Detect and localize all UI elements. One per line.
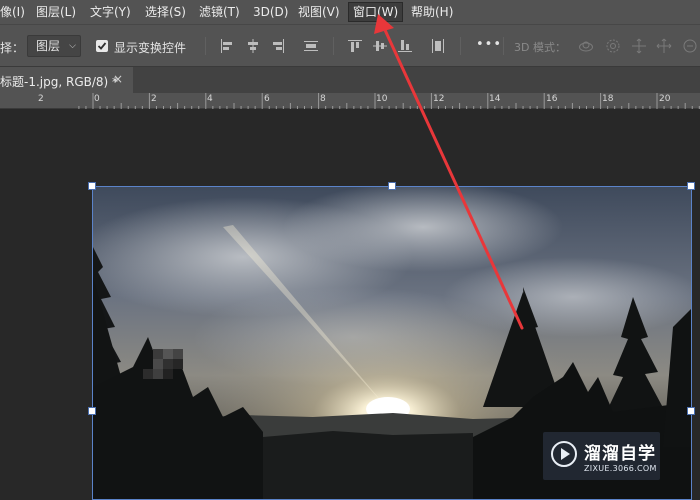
ruler-label: 20 (659, 94, 671, 104)
menu-layer[interactable]: 图层(L) (36, 2, 76, 22)
show-transform-label: 显示变换控件 (114, 41, 187, 55)
align-right-icon[interactable] (270, 38, 286, 54)
menu-view[interactable]: 视图(V) (298, 2, 340, 22)
transform-handle-middle-right[interactable] (687, 407, 695, 415)
3d-mode-label: 3D 模式： (514, 41, 566, 54)
align-center-icon[interactable] (245, 38, 261, 54)
ruler-label: 14 (489, 94, 501, 104)
3d-roll-icon[interactable] (605, 38, 621, 54)
ruler-label: 2 (38, 94, 44, 104)
document-tab[interactable]: 标题-1.jpg, RGB/8) * × (0, 67, 133, 94)
distribute-horizontal-icon[interactable] (303, 38, 319, 54)
divider (333, 37, 334, 55)
layer-dropdown-value: 图层 (36, 39, 61, 53)
close-icon[interactable]: × (113, 72, 123, 86)
play-logo-icon (551, 441, 577, 467)
menu-bar: 像(I) 图层(L) 文字(Y) 选择(S) 滤镜(T) 3D(D) 视图(V)… (0, 0, 700, 24)
ruler-label: 0 (94, 94, 100, 104)
transform-handle-top-right[interactable] (687, 182, 695, 190)
align-middle-icon[interactable] (372, 38, 388, 54)
watermark-title: 溜溜自学 (584, 444, 656, 464)
align-left-icon[interactable] (219, 38, 235, 54)
ruler-label: 10 (376, 94, 388, 104)
ruler-label: 16 (546, 94, 558, 104)
transform-handle-middle-left[interactable] (88, 407, 96, 415)
ruler-label: 4 (207, 94, 213, 104)
more-options-button[interactable]: ••• (476, 37, 502, 52)
ruler-label: 2 (151, 94, 157, 104)
auto-select-label: 择： (0, 41, 25, 55)
menu-help[interactable]: 帮助(H) (411, 2, 453, 22)
menu-3d[interactable]: 3D(D) (253, 2, 288, 22)
distribute-vertical-icon[interactable] (430, 38, 446, 54)
chevron-down-icon: ⌵ (69, 41, 76, 51)
watermark-url: ZIXUE.3066.COM (584, 464, 657, 473)
horizontal-ruler[interactable]: 2 0 2 4 6 8 10 12 14 16 18 20 (0, 93, 700, 109)
ruler-label: 18 (602, 94, 614, 104)
show-transform-checkbox[interactable] (96, 40, 108, 52)
transform-handle-top-center[interactable] (388, 182, 396, 190)
photoshop-window: 像(I) 图层(L) 文字(Y) 选择(S) 滤镜(T) 3D(D) 视图(V)… (0, 0, 700, 500)
ruler-label: 12 (433, 94, 445, 104)
align-top-icon[interactable] (347, 38, 363, 54)
layer-dropdown[interactable]: 图层 ⌵ (27, 35, 81, 57)
menu-window[interactable]: 窗口(W) (348, 2, 404, 22)
ruler-label: 8 (320, 94, 326, 104)
divider (460, 37, 461, 55)
document-tab-bar: 标题-1.jpg, RGB/8) * × (0, 66, 700, 94)
3d-scale-icon[interactable] (682, 38, 698, 54)
ruler-ticks (78, 93, 700, 109)
3d-slide-icon[interactable] (656, 38, 672, 54)
menu-select[interactable]: 选择(S) (145, 2, 186, 22)
align-bottom-icon[interactable] (397, 38, 413, 54)
checkmark-icon (97, 42, 107, 50)
menu-image[interactable]: 像(I) (0, 2, 25, 22)
3d-pan-icon[interactable] (631, 38, 647, 54)
options-bar: 择： 图层 ⌵ 显示变换控件 ••• 3D 模式： (0, 24, 700, 66)
3d-orbit-icon[interactable] (578, 38, 594, 54)
ruler-label: 6 (264, 94, 270, 104)
divider (205, 37, 206, 55)
menu-type[interactable]: 文字(Y) (90, 2, 131, 22)
transform-handle-top-left[interactable] (88, 182, 96, 190)
menu-filter[interactable]: 滤镜(T) (199, 2, 240, 22)
divider (503, 37, 504, 55)
document-tab-title: 标题-1.jpg, RGB/8) * (0, 75, 119, 89)
watermark-badge: 溜溜自学 ZIXUE.3066.COM (543, 432, 660, 480)
